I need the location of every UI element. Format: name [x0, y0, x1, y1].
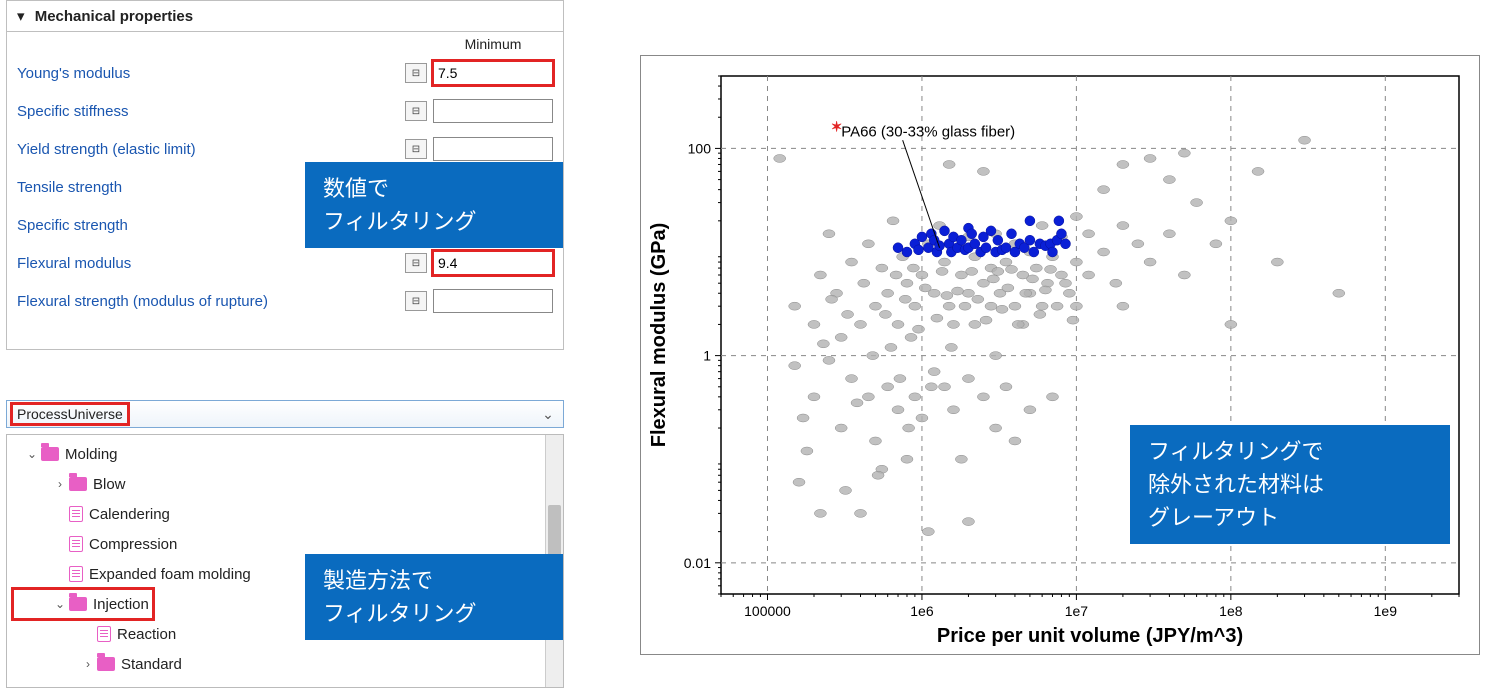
folder-icon — [69, 477, 87, 491]
property-name[interactable]: Young's modulus — [17, 65, 405, 82]
panel-header[interactable]: ▾ Mechanical properties — [7, 1, 563, 32]
tree-node-label: Standard — [121, 656, 182, 673]
tree-node-label: Expanded foam molding — [89, 566, 251, 583]
svg-text:100000: 100000 — [744, 603, 791, 619]
tree-node-label: Reaction — [117, 626, 176, 643]
svg-text:Price per unit volume (JPY/m^3: Price per unit volume (JPY/m^3) — [937, 625, 1243, 647]
svg-text:1: 1 — [703, 348, 711, 364]
process-universe-panel: ProcessUniverse ⌄ ⌄ Molding › Blow Calen… — [6, 400, 564, 690]
callout-line: 除外された材料は — [1148, 468, 1432, 501]
range-icon[interactable]: ⊟ — [405, 63, 427, 83]
min-input[interactable] — [433, 137, 553, 161]
process-combo[interactable]: ProcessUniverse ⌄ — [6, 400, 564, 428]
callout-line: グレーアウト — [1148, 501, 1432, 534]
svg-text:1e9: 1e9 — [1374, 603, 1398, 619]
folder-icon — [97, 657, 115, 671]
chevron-right-icon[interactable]: › — [51, 477, 69, 491]
svg-text:1e6: 1e6 — [910, 603, 934, 619]
property-row: Young's modulus ⊟ — [7, 54, 563, 92]
panel-title: Mechanical properties — [35, 8, 193, 25]
svg-text:100: 100 — [688, 140, 712, 156]
tree-node-label: Injection — [93, 596, 149, 613]
svg-text:0.01: 0.01 — [684, 555, 711, 571]
tree-node[interactable]: › Blow — [13, 469, 557, 499]
callout-line: フィルタリング — [323, 205, 545, 238]
tree-node[interactable]: ⌄ Molding — [13, 439, 557, 469]
min-input[interactable] — [433, 289, 553, 313]
svg-text:1e8: 1e8 — [1219, 603, 1243, 619]
folder-icon — [41, 447, 59, 461]
callout-line: 製造方法で — [323, 564, 545, 597]
property-name[interactable]: Flexural modulus — [17, 255, 405, 272]
column-header-row: Minimum — [7, 32, 563, 54]
range-icon[interactable]: ⊟ — [405, 139, 427, 159]
property-name[interactable]: Flexural strength (modulus of rupture) — [17, 293, 405, 310]
tree-node-label: Blow — [93, 476, 126, 493]
folder-icon — [69, 597, 87, 611]
file-icon — [97, 626, 111, 642]
min-input[interactable] — [433, 99, 553, 123]
file-icon — [69, 506, 83, 522]
chevron-down-icon[interactable]: ⌄ — [51, 597, 69, 611]
range-icon[interactable]: ⊟ — [405, 291, 427, 311]
property-row: Flexural modulus ⊟ — [7, 244, 563, 282]
chevron-down-icon: ⌄ — [539, 406, 557, 423]
min-input[interactable] — [433, 251, 553, 275]
callout-line: フィルタリングで — [1148, 435, 1432, 468]
property-row: Flexural strength (modulus of rupture) ⊟ — [7, 282, 563, 320]
process-combo-label: ProcessUniverse — [13, 405, 127, 423]
callout-line: フィルタリング — [323, 597, 545, 630]
callout-filter-by-value: 数値で フィルタリング — [305, 162, 563, 248]
tree-node[interactable]: Calendering — [13, 499, 557, 529]
property-name[interactable]: Yield strength (elastic limit) — [17, 141, 405, 158]
file-icon — [69, 536, 83, 552]
tree-node-label: Calendering — [89, 506, 170, 523]
min-input[interactable] — [433, 61, 553, 85]
scatter-chart[interactable]: 1000001e61e71e81e90.011100✶PA66 (30-33% … — [640, 55, 1480, 655]
tree-node-label: Compression — [89, 536, 177, 553]
range-icon[interactable]: ⊟ — [405, 101, 427, 121]
chevron-down-icon: ▾ — [17, 8, 25, 25]
property-name[interactable]: Specific stiffness — [17, 103, 405, 120]
chevron-down-icon[interactable]: ⌄ — [23, 447, 41, 461]
property-row: Specific stiffness ⊟ — [7, 92, 563, 130]
svg-text:PA66 (30-33% glass fiber): PA66 (30-33% glass fiber) — [841, 124, 1015, 141]
tree-node[interactable]: › Standard — [13, 649, 557, 679]
tree-node-label: Molding — [65, 446, 118, 463]
callout-greyed-out: フィルタリングで 除外された材料は グレーアウト — [1130, 425, 1450, 544]
callout-filter-by-process: 製造方法で フィルタリング — [305, 554, 563, 640]
range-icon[interactable]: ⊟ — [405, 253, 427, 273]
svg-text:Flexural modulus (GPa): Flexural modulus (GPa) — [648, 223, 670, 447]
callout-line: 数値で — [323, 172, 545, 205]
tree-node[interactable]: ⌄ Injection — [13, 589, 153, 619]
file-icon — [69, 566, 83, 582]
chevron-right-icon[interactable]: › — [79, 657, 97, 671]
svg-text:1e7: 1e7 — [1065, 603, 1089, 619]
min-column-header: Minimum — [433, 36, 553, 52]
